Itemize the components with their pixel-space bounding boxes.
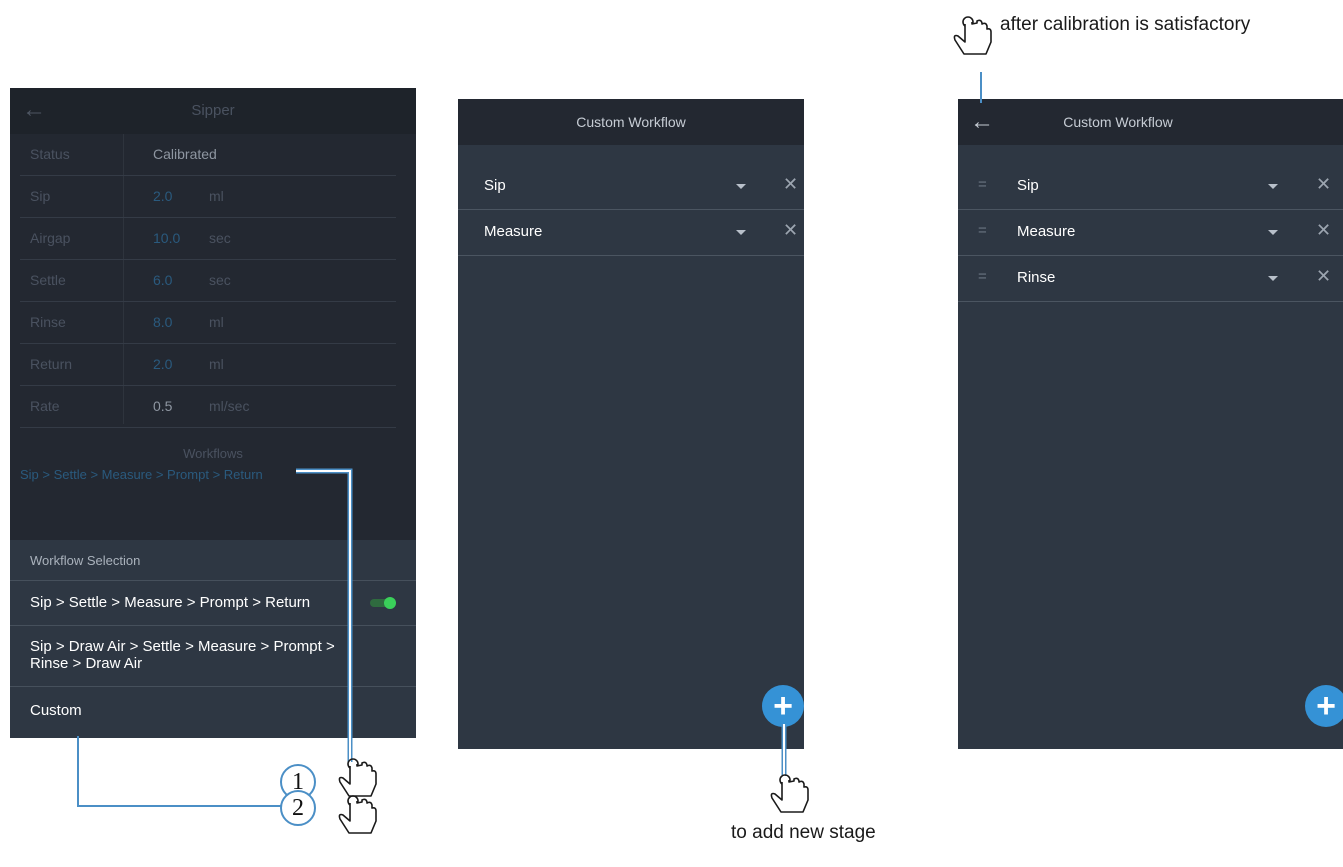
hand-tap-icon (338, 758, 377, 797)
callout-2: 2 (280, 790, 316, 826)
hand-tap-icon (953, 16, 992, 55)
annotation-lines (77, 16, 992, 834)
callout-1-connector (296, 468, 353, 762)
hand-tap-icon (338, 795, 377, 834)
calibration-annotation: after calibration is satisfactory (1000, 14, 1251, 35)
hand-tap-icon (770, 774, 809, 813)
add-stage-annotation: to add new stage (731, 822, 876, 843)
callout-2-connector (77, 736, 286, 807)
